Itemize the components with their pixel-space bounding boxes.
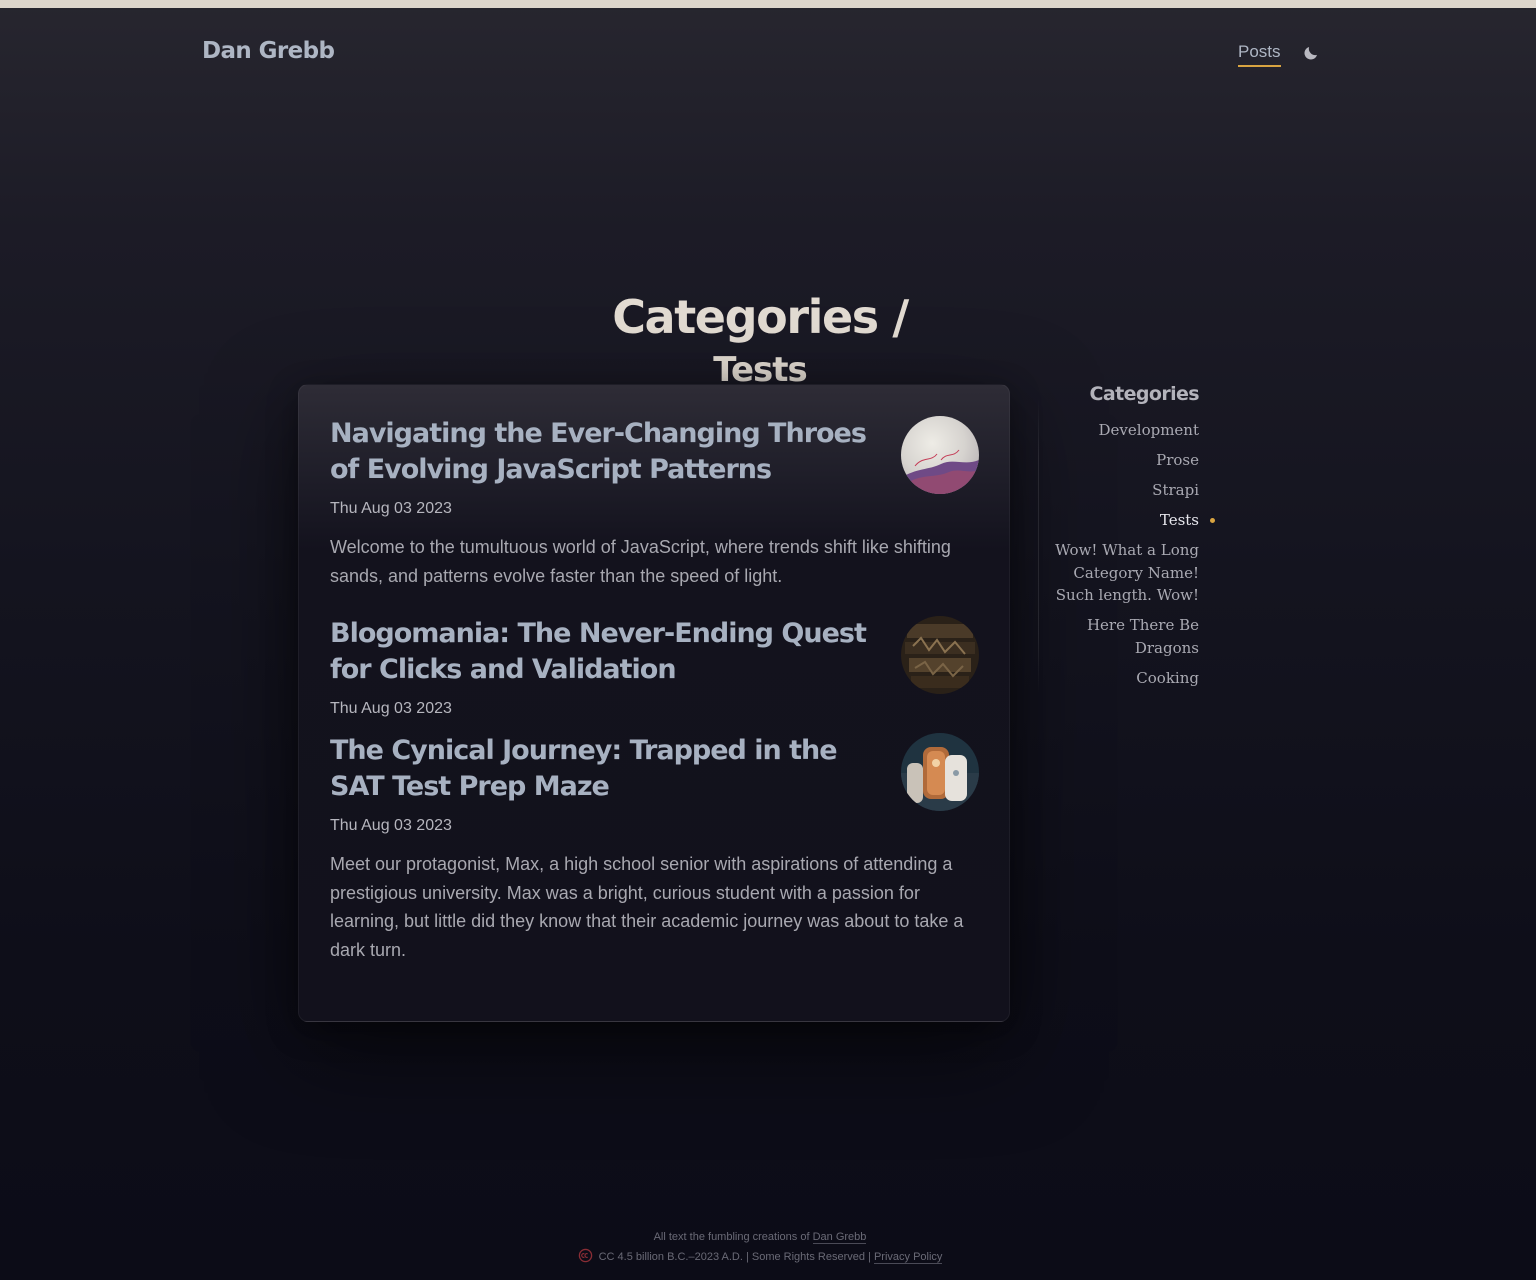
sidebar-divider [1038,398,1039,694]
post-title-link[interactable]: Navigating the Ever-Changing Throes of E… [330,416,890,488]
post-item: Navigating the Ever-Changing Throes of E… [330,416,980,596]
post-item: Blogomania: The Never-Ending Quest for C… [330,616,980,726]
theme-toggle-button[interactable] [1300,42,1322,64]
category-link-label: Tests [1159,511,1199,529]
post-excerpt: Welcome to the tumultuous world of JavaS… [330,537,951,586]
sidebar-heading: Categories [1089,383,1200,405]
active-indicator-dot [1210,518,1215,523]
categories-sidebar: Categories Development Prose Strapi Test… [1050,380,1215,697]
privacy-policy-link[interactable]: Privacy Policy [873,1251,943,1264]
site-title-link[interactable]: Dan Grebb [202,38,335,64]
category-link-strapi[interactable]: Strapi [1050,479,1199,502]
category-link-tests[interactable]: Tests [1050,509,1215,532]
post-date: Thu Aug 03 2023 [330,817,452,834]
page-title-line1: Categories / [612,290,909,345]
category-link-cooking[interactable]: Cooking [1050,667,1199,690]
post-date: Thu Aug 03 2023 [330,700,452,717]
post-thumbnail-image[interactable] [901,416,979,494]
post-excerpt: Meet our protagonist, Max, a high school… [330,854,964,961]
category-link-long-name[interactable]: Wow! What a Long Category Name! Such len… [1050,539,1199,607]
nav-posts-link[interactable]: Posts [1238,42,1281,67]
category-list: Development Prose Strapi Tests Wow! What… [1050,419,1215,690]
post-thumbnail-image[interactable] [901,733,979,811]
moon-icon [1304,47,1317,60]
creative-commons-icon [578,1248,593,1270]
page-title: Categories / Tests [0,289,1520,395]
category-link-development[interactable]: Development [1050,419,1199,442]
site-footer: All text the fumbling creations of Dan G… [0,1227,1520,1270]
post-thumbnail-image[interactable] [901,616,979,694]
category-link-dragons[interactable]: Here There Be Dragons [1050,614,1199,659]
post-list-card: Navigating the Ever-Changing Throes of E… [298,384,1010,1022]
post-item: The Cynical Journey: Trapped in the SAT … [330,733,980,973]
top-accent-strip [0,0,1536,8]
category-link-prose[interactable]: Prose [1050,449,1199,472]
post-title-link[interactable]: Blogomania: The Never-Ending Quest for C… [330,616,890,688]
footer-line-2: CC 4.5 billion B.C.–2023 A.D. | Some Rig… [0,1247,1520,1270]
footer-author-link[interactable]: Dan Grebb [812,1231,867,1244]
post-date: Thu Aug 03 2023 [330,500,452,517]
footer-license-text: CC 4.5 billion B.C.–2023 A.D. | Some Rig… [598,1251,871,1263]
footer-line-1: All text the fumbling creations of Dan G… [0,1227,1520,1247]
post-title-link[interactable]: The Cynical Journey: Trapped in the SAT … [330,733,890,805]
footer-credit-text: All text the fumbling creations of [653,1231,810,1243]
